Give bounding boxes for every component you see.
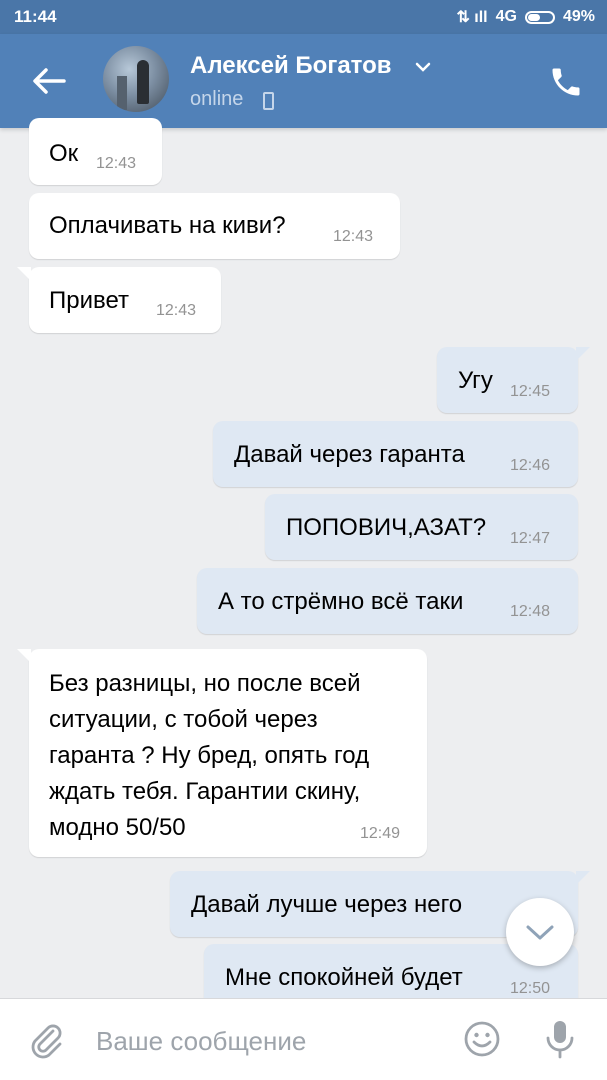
chevron-down-icon [526, 925, 554, 940]
message-time: 12:49 [360, 825, 401, 842]
message-text: Мне спокойней будет [225, 964, 463, 991]
message-outgoing[interactable]: Угу 12:45 [437, 347, 590, 413]
message-incoming[interactable]: Без разницы, но после всей ситуации, с т… [17, 649, 427, 857]
microphone-icon[interactable] [540, 1017, 580, 1061]
chevron-down-icon[interactable] [414, 60, 432, 74]
message-text: Давай лучше через него [191, 891, 463, 918]
message-text-line: ждать тебя. Гарантии скину, [49, 778, 361, 805]
bubble-tail [576, 347, 590, 361]
message-time: 12:43 [96, 155, 137, 172]
message-outgoing[interactable]: А то стрёмно всё таки 12:48 [197, 568, 578, 634]
mobile-icon [263, 92, 274, 110]
message-time: 12:43 [333, 228, 374, 245]
message-time: 12:48 [510, 603, 551, 620]
battery-level: 49% [562, 8, 595, 25]
message-time: 12:43 [156, 302, 197, 319]
scroll-to-bottom-button[interactable] [506, 898, 574, 966]
contact-presence: online [190, 88, 244, 110]
contact-name[interactable]: Алексей Богатов [190, 52, 392, 80]
bubble-tail [17, 649, 31, 663]
message-text: Ок [49, 140, 79, 167]
message-text: Угу [458, 367, 493, 394]
status-bar: 11:44 ⇅ ıll 4G 49% [0, 0, 607, 34]
battery-icon [524, 10, 555, 24]
network-type: 4G [495, 8, 517, 25]
message-incoming[interactable]: Оплачивать на киви? 12:43 [29, 193, 400, 259]
bubble-tail [576, 871, 590, 885]
message-input[interactable] [96, 1025, 436, 1057]
back-arrow-icon[interactable] [28, 60, 70, 102]
message-text: А то стрёмно всё таки [218, 588, 464, 615]
emoji-icon[interactable] [462, 1019, 502, 1059]
message-text: Оплачивать на киви? [49, 212, 286, 239]
chat-header: Алексей Богатов online [0, 34, 607, 128]
message-outgoing[interactable]: ПОПОВИЧ,АЗАТ? 12:47 [265, 494, 578, 560]
message-text-line: гаранта ? Ну бред, опять год [49, 742, 370, 769]
message-incoming[interactable]: Привет 12:43 [17, 267, 221, 333]
status-time: 11:44 [14, 7, 57, 26]
phone-call-icon[interactable] [548, 64, 584, 100]
message-incoming[interactable]: Ок 12:43 [29, 118, 162, 185]
message-time: 12:50 [510, 980, 551, 997]
signal-icon: ⇅ ıll [456, 9, 488, 26]
contact-avatar[interactable] [103, 46, 169, 112]
message-text-line: Без разницы, но после всей [49, 670, 361, 697]
message-time: 12:47 [510, 530, 551, 547]
message-text: Привет [49, 287, 130, 314]
message-text: ПОПОВИЧ,АЗАТ? [286, 514, 487, 541]
status-indicators: ⇅ ıll 4G 49% [456, 7, 595, 27]
bubble-tail [17, 267, 31, 281]
message-composer [0, 998, 607, 1080]
paperclip-icon[interactable] [26, 1019, 66, 1059]
message-outgoing[interactable]: Давай через гаранта 12:46 [213, 421, 578, 487]
message-text-line: модно 50/50 [49, 814, 186, 841]
message-text-line: ситуации, с тобой через [49, 706, 318, 733]
message-time: 12:45 [510, 383, 551, 400]
message-text: Давай через гаранта [234, 441, 465, 468]
message-time: 12:46 [510, 457, 551, 474]
